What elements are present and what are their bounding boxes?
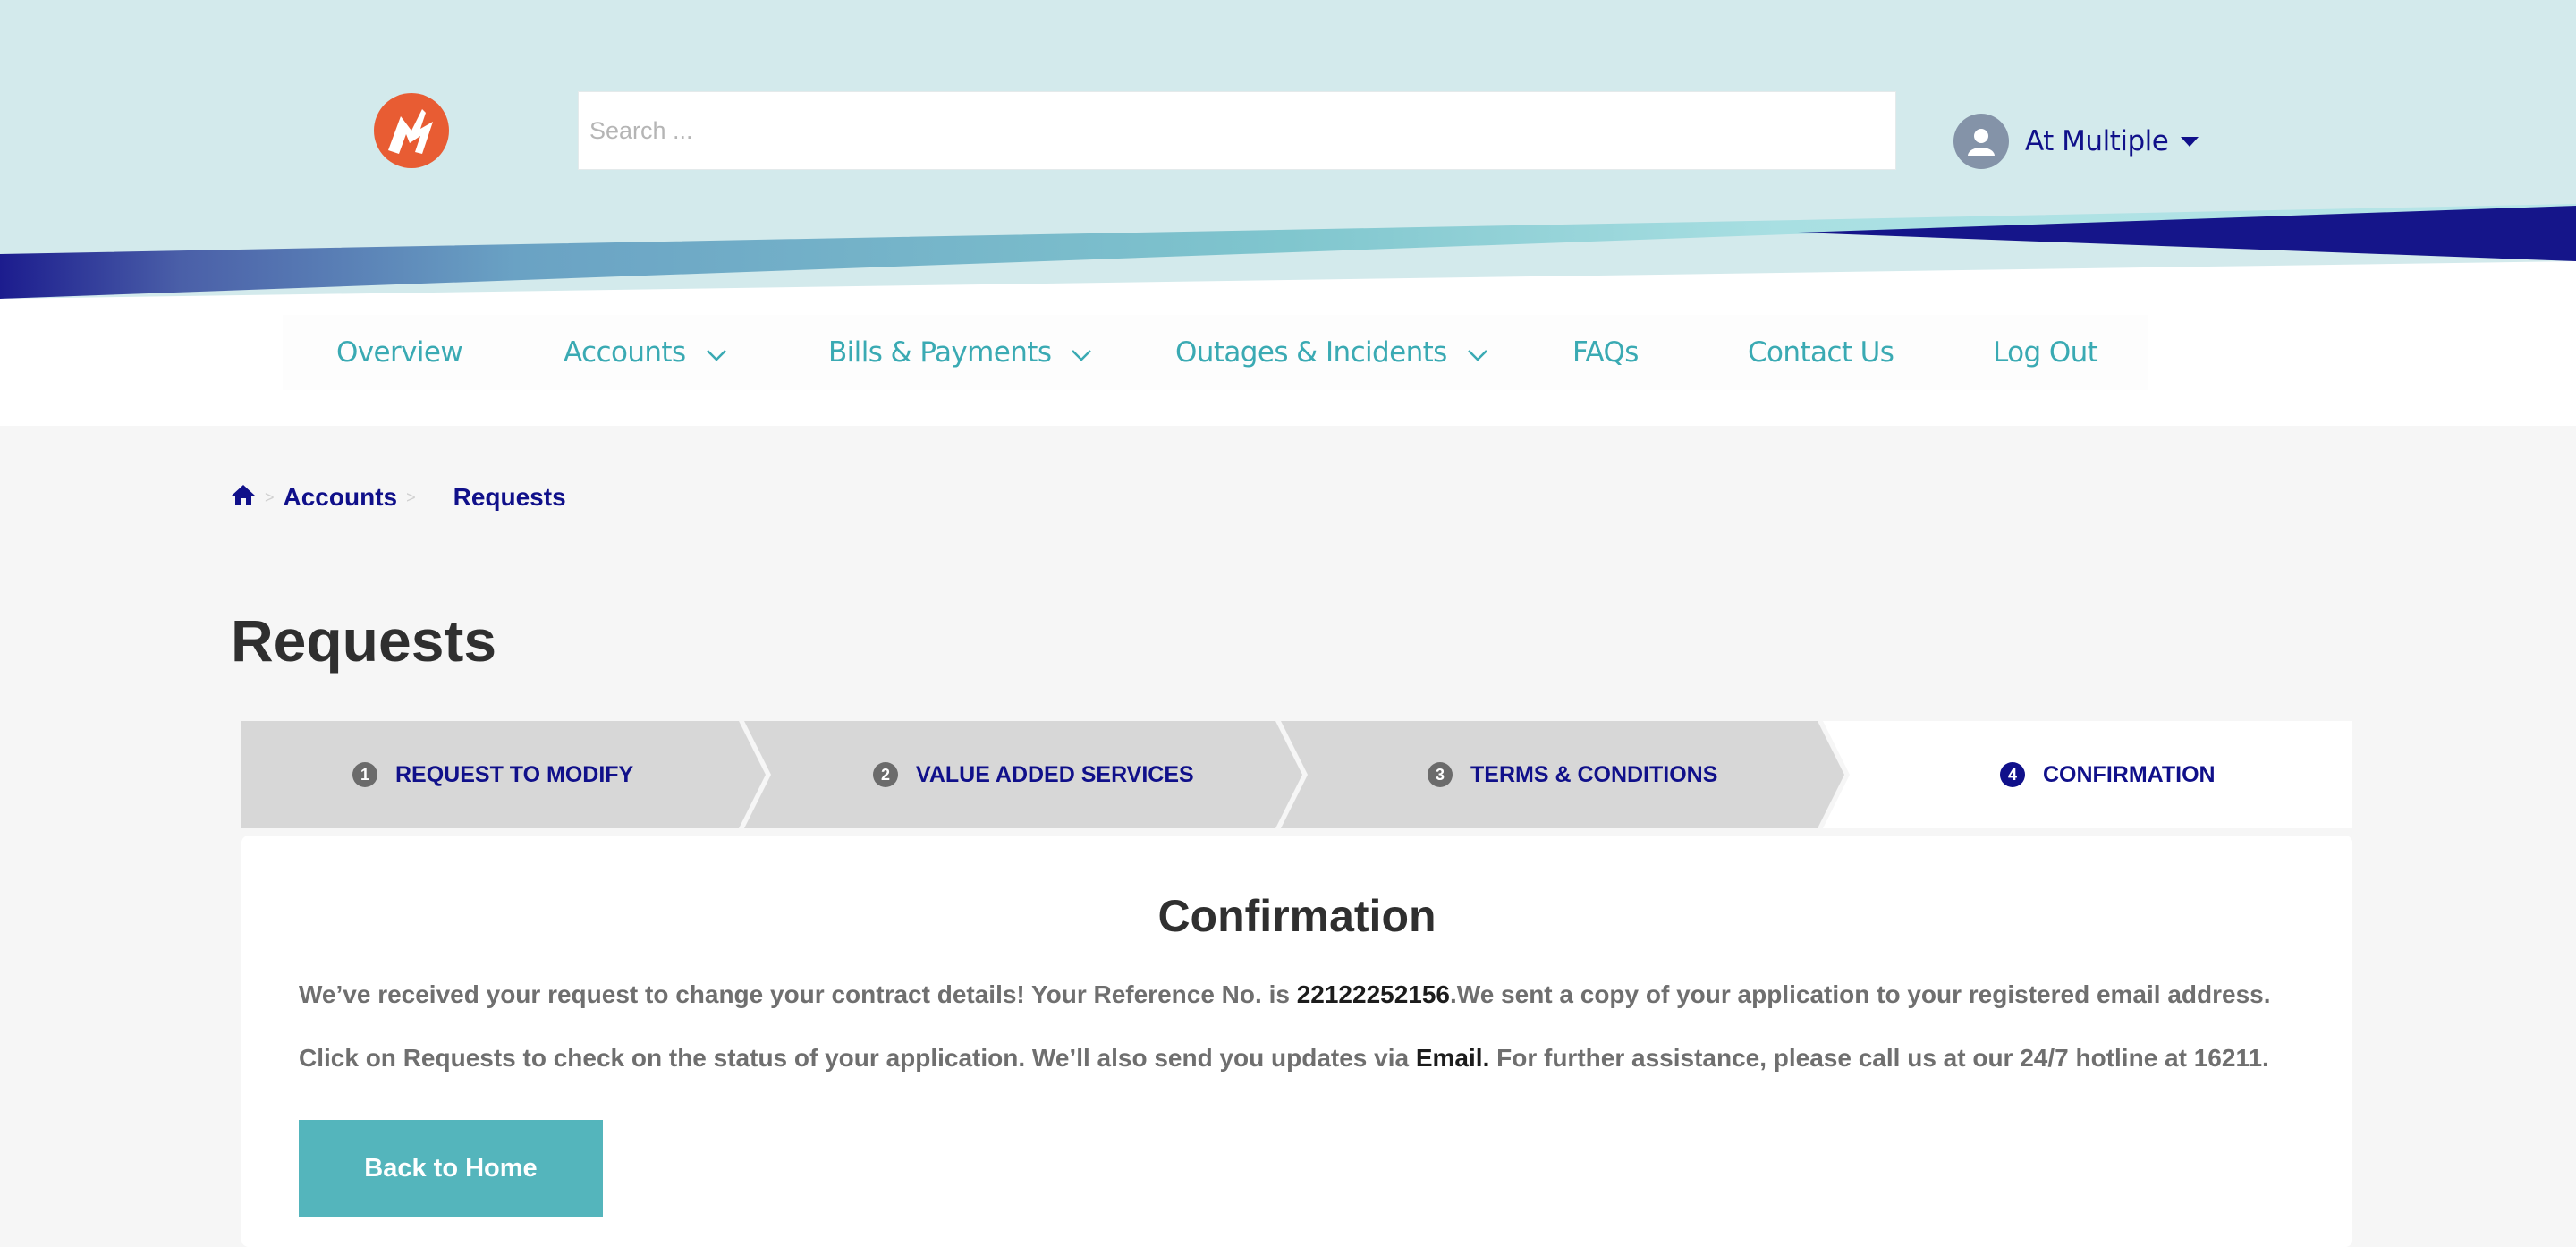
nav-item-log-out[interactable]: Log Out bbox=[1993, 315, 2098, 390]
notification-channel: Email. bbox=[1415, 1044, 1490, 1072]
step-number: 2 bbox=[873, 762, 898, 787]
nav-item-contact-us[interactable]: Contact Us bbox=[1748, 315, 1894, 390]
step-label: CONFIRMATION bbox=[2043, 761, 2216, 787]
step-number: 3 bbox=[1428, 762, 1453, 787]
breadcrumb-separator: > bbox=[265, 488, 275, 506]
back-to-home-button[interactable]: Back to Home bbox=[299, 1120, 603, 1217]
nav-item-label: Bills & Payments bbox=[828, 336, 1052, 369]
step-confirmation[interactable]: 4 CONFIRMATION bbox=[2000, 721, 2216, 828]
nav-item-bills-payments[interactable]: Bills & Payments bbox=[828, 315, 1092, 390]
caret-down-icon bbox=[2181, 136, 2199, 147]
page-title: Requests bbox=[231, 607, 497, 674]
step-value-added-services[interactable]: 2 VALUE ADDED SERVICES bbox=[873, 721, 1194, 828]
status-message: Click on Requests to check on the status… bbox=[299, 1042, 2269, 1074]
step-terms-conditions[interactable]: 3 TERMS & CONDITIONS bbox=[1428, 721, 1717, 828]
step-number: 4 bbox=[2000, 762, 2025, 787]
chevron-down-icon bbox=[706, 336, 727, 369]
nav-item-label: Log Out bbox=[1993, 336, 2098, 369]
message-text: For further assistance, please call us a… bbox=[1489, 1044, 2269, 1072]
breadcrumb-separator: > bbox=[406, 488, 416, 506]
breadcrumb-item-requests: Requests bbox=[453, 483, 566, 511]
nav-item-accounts[interactable]: Accounts bbox=[564, 315, 727, 390]
nav-item-label: FAQs bbox=[1572, 336, 1639, 369]
home-icon[interactable] bbox=[231, 483, 256, 512]
company-logo-icon[interactable] bbox=[370, 89, 453, 172]
reference-number: 22122252156 bbox=[1296, 980, 1450, 1008]
progress-steps: 1 REQUEST TO MODIFY 2 VALUE ADDED SERVIC… bbox=[242, 721, 2352, 828]
nav-item-label: Overview bbox=[336, 336, 463, 369]
confirmation-message: We’ve received your request to change yo… bbox=[299, 979, 2271, 1011]
main-nav: Overview Accounts Bills & Payments Outag… bbox=[283, 315, 2148, 390]
step-label: VALUE ADDED SERVICES bbox=[916, 761, 1194, 787]
chevron-down-icon bbox=[1467, 336, 1488, 369]
step-request-to-modify[interactable]: 1 REQUEST TO MODIFY bbox=[352, 721, 633, 828]
search-input[interactable] bbox=[578, 91, 1896, 170]
step-number: 1 bbox=[352, 762, 377, 787]
user-avatar-icon bbox=[1953, 114, 2009, 169]
confirmation-title: Confirmation bbox=[1157, 891, 1436, 941]
user-name: At Multiple bbox=[2025, 125, 2169, 157]
breadcrumb-item-accounts[interactable]: Accounts bbox=[284, 483, 398, 512]
step-label: REQUEST TO MODIFY bbox=[395, 761, 634, 787]
nav-item-label: Outages & Incidents bbox=[1175, 336, 1447, 369]
nav-item-overview[interactable]: Overview bbox=[336, 315, 463, 390]
breadcrumb: > Accounts > Requests bbox=[231, 479, 566, 515]
nav-item-faqs[interactable]: FAQs bbox=[1572, 315, 1639, 390]
confirmation-card: Confirmation We’ve received your request… bbox=[242, 836, 2352, 1247]
site-header: At Multiple Overview Accounts Bills & Pa… bbox=[0, 0, 2576, 426]
user-menu[interactable]: At Multiple bbox=[1953, 113, 2199, 170]
nav-item-label: Accounts bbox=[564, 336, 686, 369]
nav-item-outages-incidents[interactable]: Outages & Incidents bbox=[1175, 315, 1488, 390]
step-label: TERMS & CONDITIONS bbox=[1470, 761, 1718, 787]
message-text: .We sent a copy of your application to y… bbox=[1450, 980, 2271, 1008]
message-text: We’ve received your request to change yo… bbox=[299, 980, 1297, 1008]
chevron-down-icon bbox=[1071, 336, 1092, 369]
message-text: Click on Requests to check on the status… bbox=[299, 1044, 1416, 1072]
nav-item-label: Contact Us bbox=[1748, 336, 1894, 369]
